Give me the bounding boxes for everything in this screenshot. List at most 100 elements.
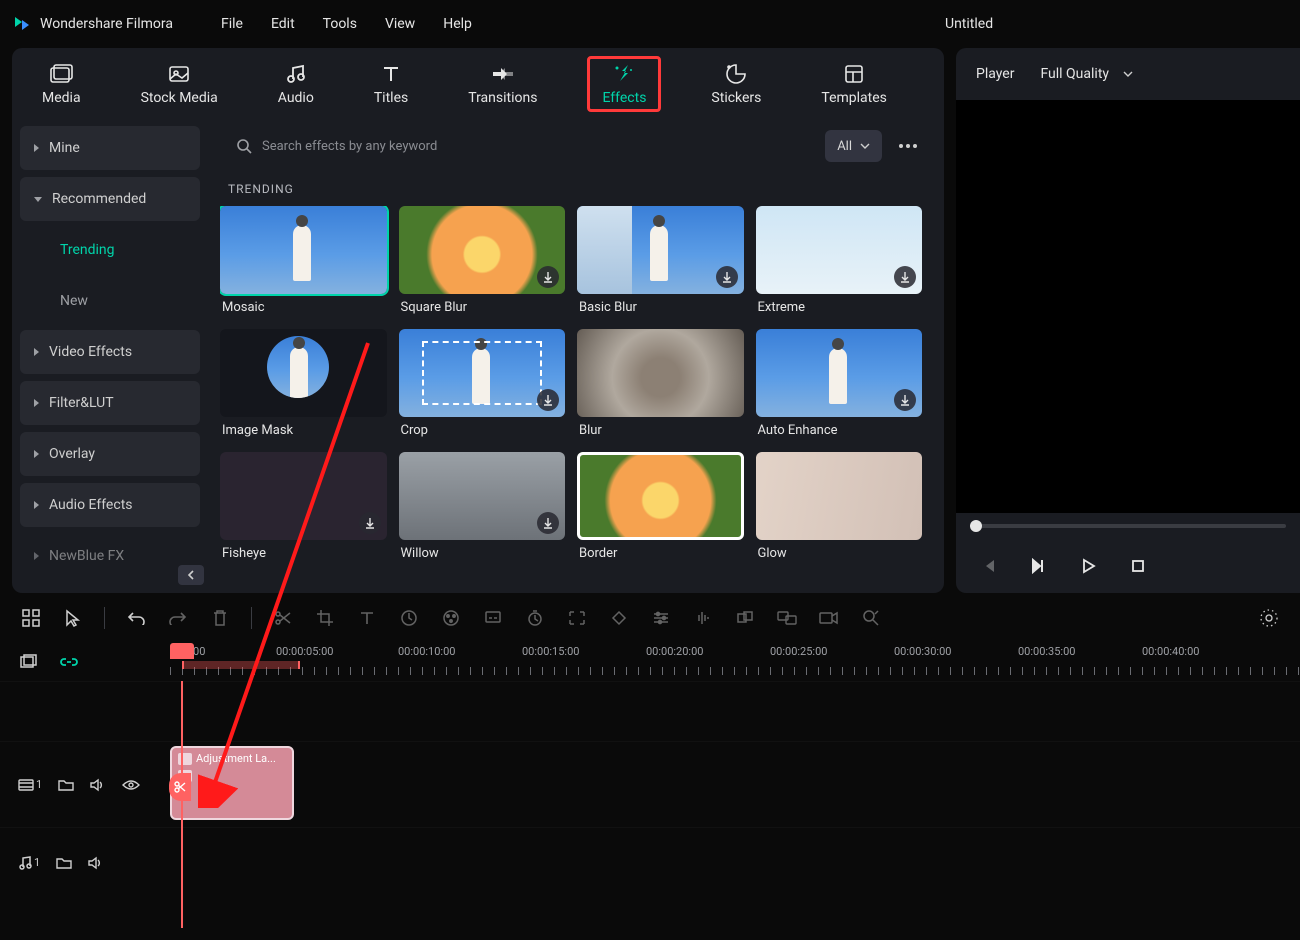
effect-card-glow[interactable]: Glow [756,452,923,561]
document-title: Untitled [945,16,993,32]
effect-card-fisheye[interactable]: Fisheye [220,452,387,561]
more-options-button[interactable] [892,130,924,162]
download-icon[interactable] [537,512,559,534]
download-icon[interactable] [894,389,916,411]
menu-tools[interactable]: Tools [323,16,357,32]
effect-card-auto-enhance[interactable]: Auto Enhance [756,329,923,438]
add-track-button[interactable] [18,651,40,673]
effect-thumb [220,329,387,417]
stop-button[interactable] [1126,554,1150,578]
subtitles-button[interactable] [776,607,798,629]
quality-dropdown[interactable]: Full Quality [1032,62,1141,86]
text-button[interactable] [356,607,378,629]
record-button[interactable] [818,607,840,629]
menu-help[interactable]: Help [443,16,472,32]
effect-label: Basic Blur [577,300,744,315]
download-icon[interactable] [716,266,738,288]
app-title: Wondershare Filmora [40,16,173,32]
search-input[interactable]: Search effects by any keyword [224,128,815,164]
folder-icon[interactable] [58,778,74,792]
download-icon[interactable] [537,266,559,288]
scrub-knob[interactable] [970,520,982,532]
sidebar-item-new[interactable]: New [20,279,200,323]
visibility-icon[interactable] [122,779,140,791]
playhead-handle[interactable] [170,643,194,659]
audio-icon [284,62,308,86]
effect-card-border[interactable]: Border [577,452,744,561]
link-button[interactable] [58,651,80,673]
effect-card-extreme[interactable]: Extreme [756,206,923,315]
adjust-button[interactable] [650,607,672,629]
sidebar-trending-label: Trending [60,242,115,258]
mute-icon[interactable] [88,856,104,870]
mute-icon[interactable] [90,778,106,792]
tab-stickers[interactable]: Stickers [701,56,771,112]
download-icon[interactable] [537,389,559,411]
player-scrubber[interactable] [956,513,1300,539]
split-button[interactable] [272,607,294,629]
delete-button[interactable] [209,607,231,629]
effect-card-basic-blur[interactable]: Basic Blur [577,206,744,315]
sidebar-item-audio-effects[interactable]: Audio Effects [20,483,200,527]
redo-button[interactable] [167,607,189,629]
caption-button[interactable] [482,607,504,629]
tab-transitions[interactable]: Transitions [458,56,547,112]
undo-button[interactable] [125,607,147,629]
color-button[interactable] [440,607,462,629]
download-icon[interactable] [894,266,916,288]
folder-icon[interactable] [56,856,72,870]
audio-track-1[interactable]: 1 [0,827,1300,897]
timeline-ruler[interactable]: 00:00 00:00:05:00 00:00:10:00 00:00:15:0… [170,643,1300,681]
filter-dropdown[interactable]: All [825,130,882,162]
selection-range[interactable] [182,661,300,669]
tab-titles[interactable]: Titles [364,56,418,112]
effect-thumb [399,206,566,294]
layout-grid-button[interactable] [20,607,42,629]
tab-templates[interactable]: Templates [811,56,897,112]
crop-button[interactable] [314,607,336,629]
effect-card-image-mask[interactable]: Image Mask [220,329,387,438]
sidebar-item-filter-lut[interactable]: Filter&LUT [20,381,200,425]
menu-file[interactable]: File [221,16,243,32]
sidebar-item-recommended[interactable]: Recommended [20,177,200,221]
sidebar-item-newblue-fx[interactable]: NewBlue FX [20,534,200,578]
sidebar-collapse-button[interactable] [178,565,204,585]
select-tool-button[interactable] [62,607,84,629]
duration-button[interactable] [524,607,546,629]
sidebar-item-trending[interactable]: Trending [20,228,200,272]
download-icon[interactable] [359,512,381,534]
tab-audio[interactable]: Audio [268,56,324,112]
media-icon [49,62,73,86]
sidebar-filter-lut-label: Filter&LUT [49,395,114,411]
group-button[interactable] [734,607,756,629]
effect-card-mosaic[interactable]: Mosaic [220,206,387,315]
menu-edit[interactable]: Edit [271,16,295,32]
timeline-settings-button[interactable] [1258,607,1280,629]
keyframe-button[interactable] [608,607,630,629]
effect-card-crop[interactable]: Crop [399,329,566,438]
effect-card-square-blur[interactable]: Square Blur [399,206,566,315]
prev-frame-button[interactable] [976,554,1000,578]
sidebar-item-overlay[interactable]: Overlay [20,432,200,476]
tab-effects[interactable]: Effects [587,56,661,112]
tab-media[interactable]: Media [32,56,91,112]
speed-button[interactable] [398,607,420,629]
effect-label: Border [577,546,744,561]
fit-button[interactable] [566,607,588,629]
section-title: TRENDING [220,172,944,206]
video-track-1[interactable]: 1 Adjustment La... [0,741,1300,827]
sidebar-item-mine[interactable]: Mine [20,126,200,170]
step-forward-button[interactable] [1026,554,1050,578]
cut-handle[interactable] [169,773,191,801]
effect-card-willow[interactable]: Willow [399,452,566,561]
menu-view[interactable]: View [385,16,415,32]
chevron-right-icon [34,450,39,458]
effect-thumb [577,206,744,294]
play-button[interactable] [1076,554,1100,578]
effect-card-blur[interactable]: Blur [577,329,744,438]
audio-wave-button[interactable] [692,607,714,629]
ruler-mark: 00:00:05:00 [276,645,333,658]
marker-button[interactable] [860,607,882,629]
sidebar-item-video-effects[interactable]: Video Effects [20,330,200,374]
tab-stock-media[interactable]: Stock Media [131,56,228,112]
